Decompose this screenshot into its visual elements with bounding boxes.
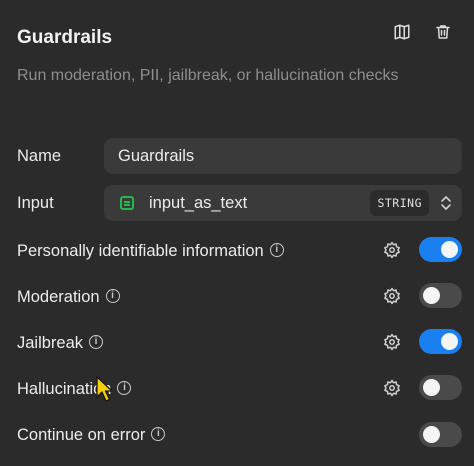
toggle-moderation[interactable] — [419, 283, 462, 308]
check-label-jailbreak: Jailbreak i — [17, 334, 104, 353]
info-icon[interactable]: i — [117, 380, 132, 395]
type-badge: STRING — [370, 190, 429, 216]
gear-icon[interactable] — [383, 379, 401, 397]
input-variable-name: input_as_text — [149, 193, 248, 212]
mouse-cursor-icon — [96, 376, 113, 402]
gear-icon[interactable] — [383, 241, 401, 259]
trash-icon — [436, 25, 450, 39]
check-label-moderation: Moderation i — [17, 288, 120, 307]
delete-button[interactable] — [432, 21, 454, 43]
info-icon[interactable]: i — [269, 242, 284, 257]
panel-title: Guardrails — [17, 27, 113, 48]
chevron-up-down-icon — [441, 196, 451, 210]
input-label: Input — [17, 194, 54, 212]
panel-description: Run moderation, PII, jailbreak, or hallu… — [17, 67, 399, 84]
check-label-pii-text: Personally identifiable information — [17, 242, 264, 260]
toggle-knob — [423, 379, 440, 396]
toggle-jailbreak[interactable] — [419, 329, 462, 354]
name-input[interactable] — [104, 138, 462, 174]
docs-button[interactable] — [391, 21, 413, 43]
toggle-knob — [441, 241, 458, 258]
check-label-jailbreak-text: Jailbreak — [17, 334, 84, 352]
info-icon[interactable]: i — [89, 334, 104, 349]
check-label-moderation-text: Moderation — [17, 288, 100, 306]
check-label-pii: Personally identifiable information i — [17, 242, 284, 261]
info-icon[interactable]: i — [151, 426, 166, 441]
toggle-knob — [441, 333, 458, 350]
toggle-knob — [423, 426, 440, 443]
gear-icon[interactable] — [383, 287, 401, 305]
gear-icon[interactable] — [383, 333, 401, 351]
toggle-hallucination[interactable] — [419, 375, 462, 400]
info-icon[interactable]: i — [105, 288, 120, 303]
book-open-icon — [394, 24, 410, 40]
toggle-pii[interactable] — [419, 237, 462, 262]
toggle-knob — [423, 287, 440, 304]
name-label: Name — [17, 147, 62, 165]
variable-icon — [120, 196, 134, 210]
check-label-continue-on-error-text: Continue on error — [17, 426, 146, 444]
toggle-continue-on-error[interactable] — [419, 422, 462, 447]
input-select[interactable]: input_as_text STRING — [104, 185, 462, 221]
check-label-continue-on-error: Continue on error i — [17, 426, 166, 445]
